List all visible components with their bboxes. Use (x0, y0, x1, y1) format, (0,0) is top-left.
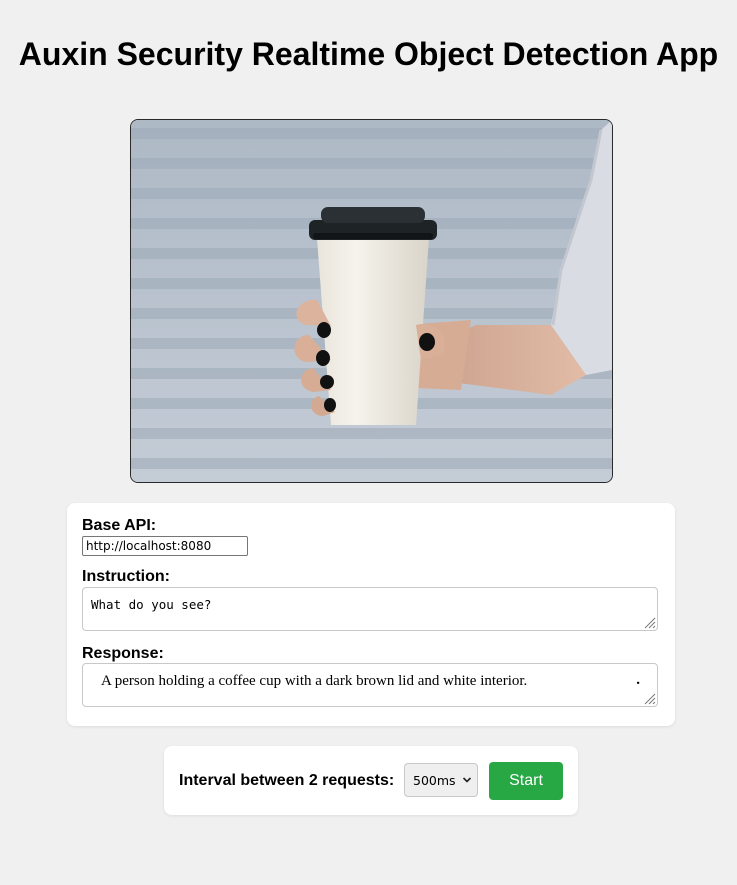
interval-selected-value: 500ms (413, 773, 456, 788)
interval-card: Interval between 2 requests: 500ms Start (164, 746, 578, 815)
controls-card: Base API: http://localhost:8080 Instruct… (67, 503, 675, 726)
start-button[interactable]: Start (489, 762, 563, 800)
interval-select[interactable]: 500ms (404, 763, 478, 797)
instruction-text: What do you see? (91, 597, 212, 612)
instruction-label: Instruction: (82, 568, 170, 585)
chevron-down-icon (462, 777, 472, 783)
resize-grip-icon[interactable] (642, 691, 656, 705)
response-text: A person holding a coffee cup with a dar… (101, 673, 528, 689)
page: Auxin Security Realtime Object Detection… (0, 0, 737, 885)
page-title: Auxin Security Realtime Object Detection… (18, 36, 719, 72)
response-textarea[interactable]: A person holding a coffee cup with a dar… (82, 663, 658, 707)
video-feed (130, 119, 613, 483)
response-label: Response: (82, 645, 164, 662)
response-trailing-dot: . (636, 672, 640, 688)
camera-frame-image (131, 120, 612, 482)
interval-label: Interval between 2 requests: (179, 772, 395, 789)
resize-grip-icon[interactable] (642, 615, 656, 629)
instruction-textarea[interactable]: What do you see? (82, 587, 658, 631)
base-api-input[interactable]: http://localhost:8080 (82, 536, 248, 556)
base-api-label: Base API: (82, 517, 157, 534)
